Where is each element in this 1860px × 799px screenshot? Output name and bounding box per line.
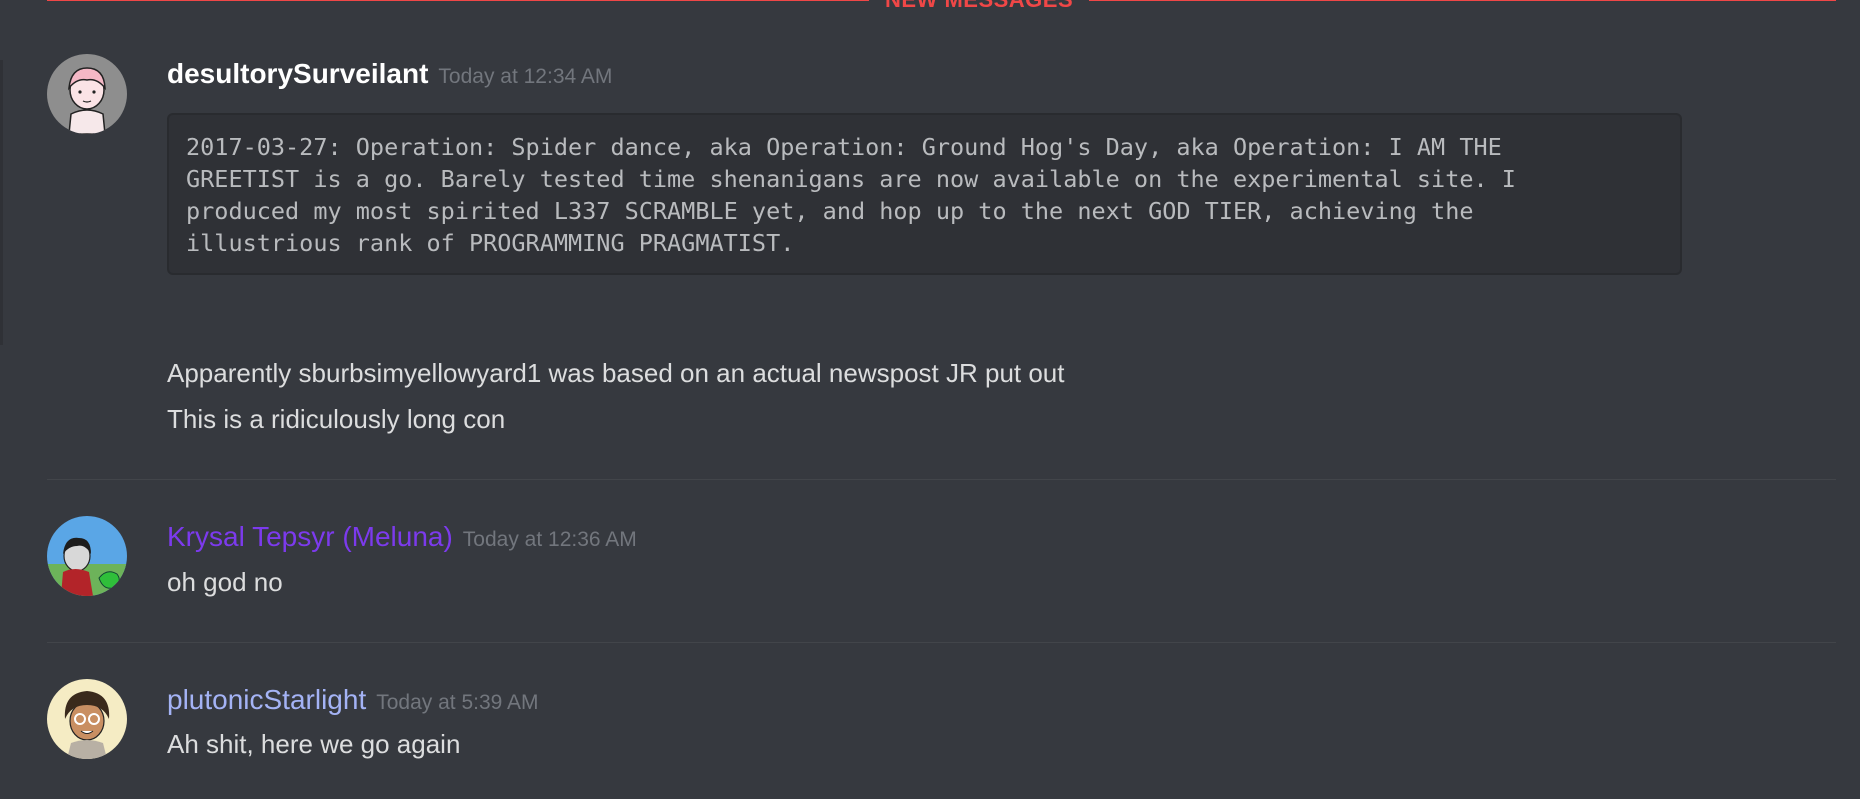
code-line: illustrious rank of PROGRAMMING PRAGMATI… — [186, 229, 795, 257]
code-line: produced my most spirited L337 SCRAMBLE … — [186, 197, 1474, 225]
message-text: Apparently sburbsimyellowyard1 was based… — [167, 358, 1065, 388]
message-header: desultorySurveilant Today at 12:34 AM — [167, 57, 612, 94]
avatar-krysal[interactable] — [47, 516, 127, 596]
author-name[interactable]: desultorySurveilant — [167, 58, 428, 89]
scroll-edge — [0, 60, 3, 345]
message-text: This is a ridiculously long con — [167, 404, 506, 434]
message-text: Ah shit, here we go again — [167, 729, 461, 759]
message-separator — [47, 642, 1836, 643]
message-header: plutonicStarlight Today at 5:39 AM — [167, 683, 539, 720]
avatar-desultory[interactable] — [47, 54, 127, 134]
timestamp[interactable]: Today at 12:36 AM — [463, 528, 637, 551]
message-header: Krysal Tepsyr (Meluna) Today at 12:36 AM — [167, 520, 637, 557]
code-block: 2017-03-27: Operation: Spider dance, aka… — [167, 113, 1682, 275]
message-separator — [47, 479, 1836, 480]
author-name[interactable]: Krysal Tepsyr (Meluna) — [167, 521, 453, 552]
timestamp[interactable]: Today at 5:39 AM — [376, 691, 538, 714]
code-line: GREETIST is a go. Barely tested time she… — [186, 165, 1516, 193]
new-messages-label: NEW MESSAGES — [869, 0, 1090, 14]
avatar-plutonic[interactable] — [47, 679, 127, 759]
code-line: 2017-03-27: Operation: Spider dance, aka… — [186, 133, 1502, 161]
timestamp[interactable]: Today at 12:34 AM — [438, 65, 612, 88]
author-name[interactable]: plutonicStarlight — [167, 684, 366, 715]
message-text: oh god no — [167, 567, 283, 597]
new-messages-divider: NEW MESSAGES — [47, 0, 1836, 14]
